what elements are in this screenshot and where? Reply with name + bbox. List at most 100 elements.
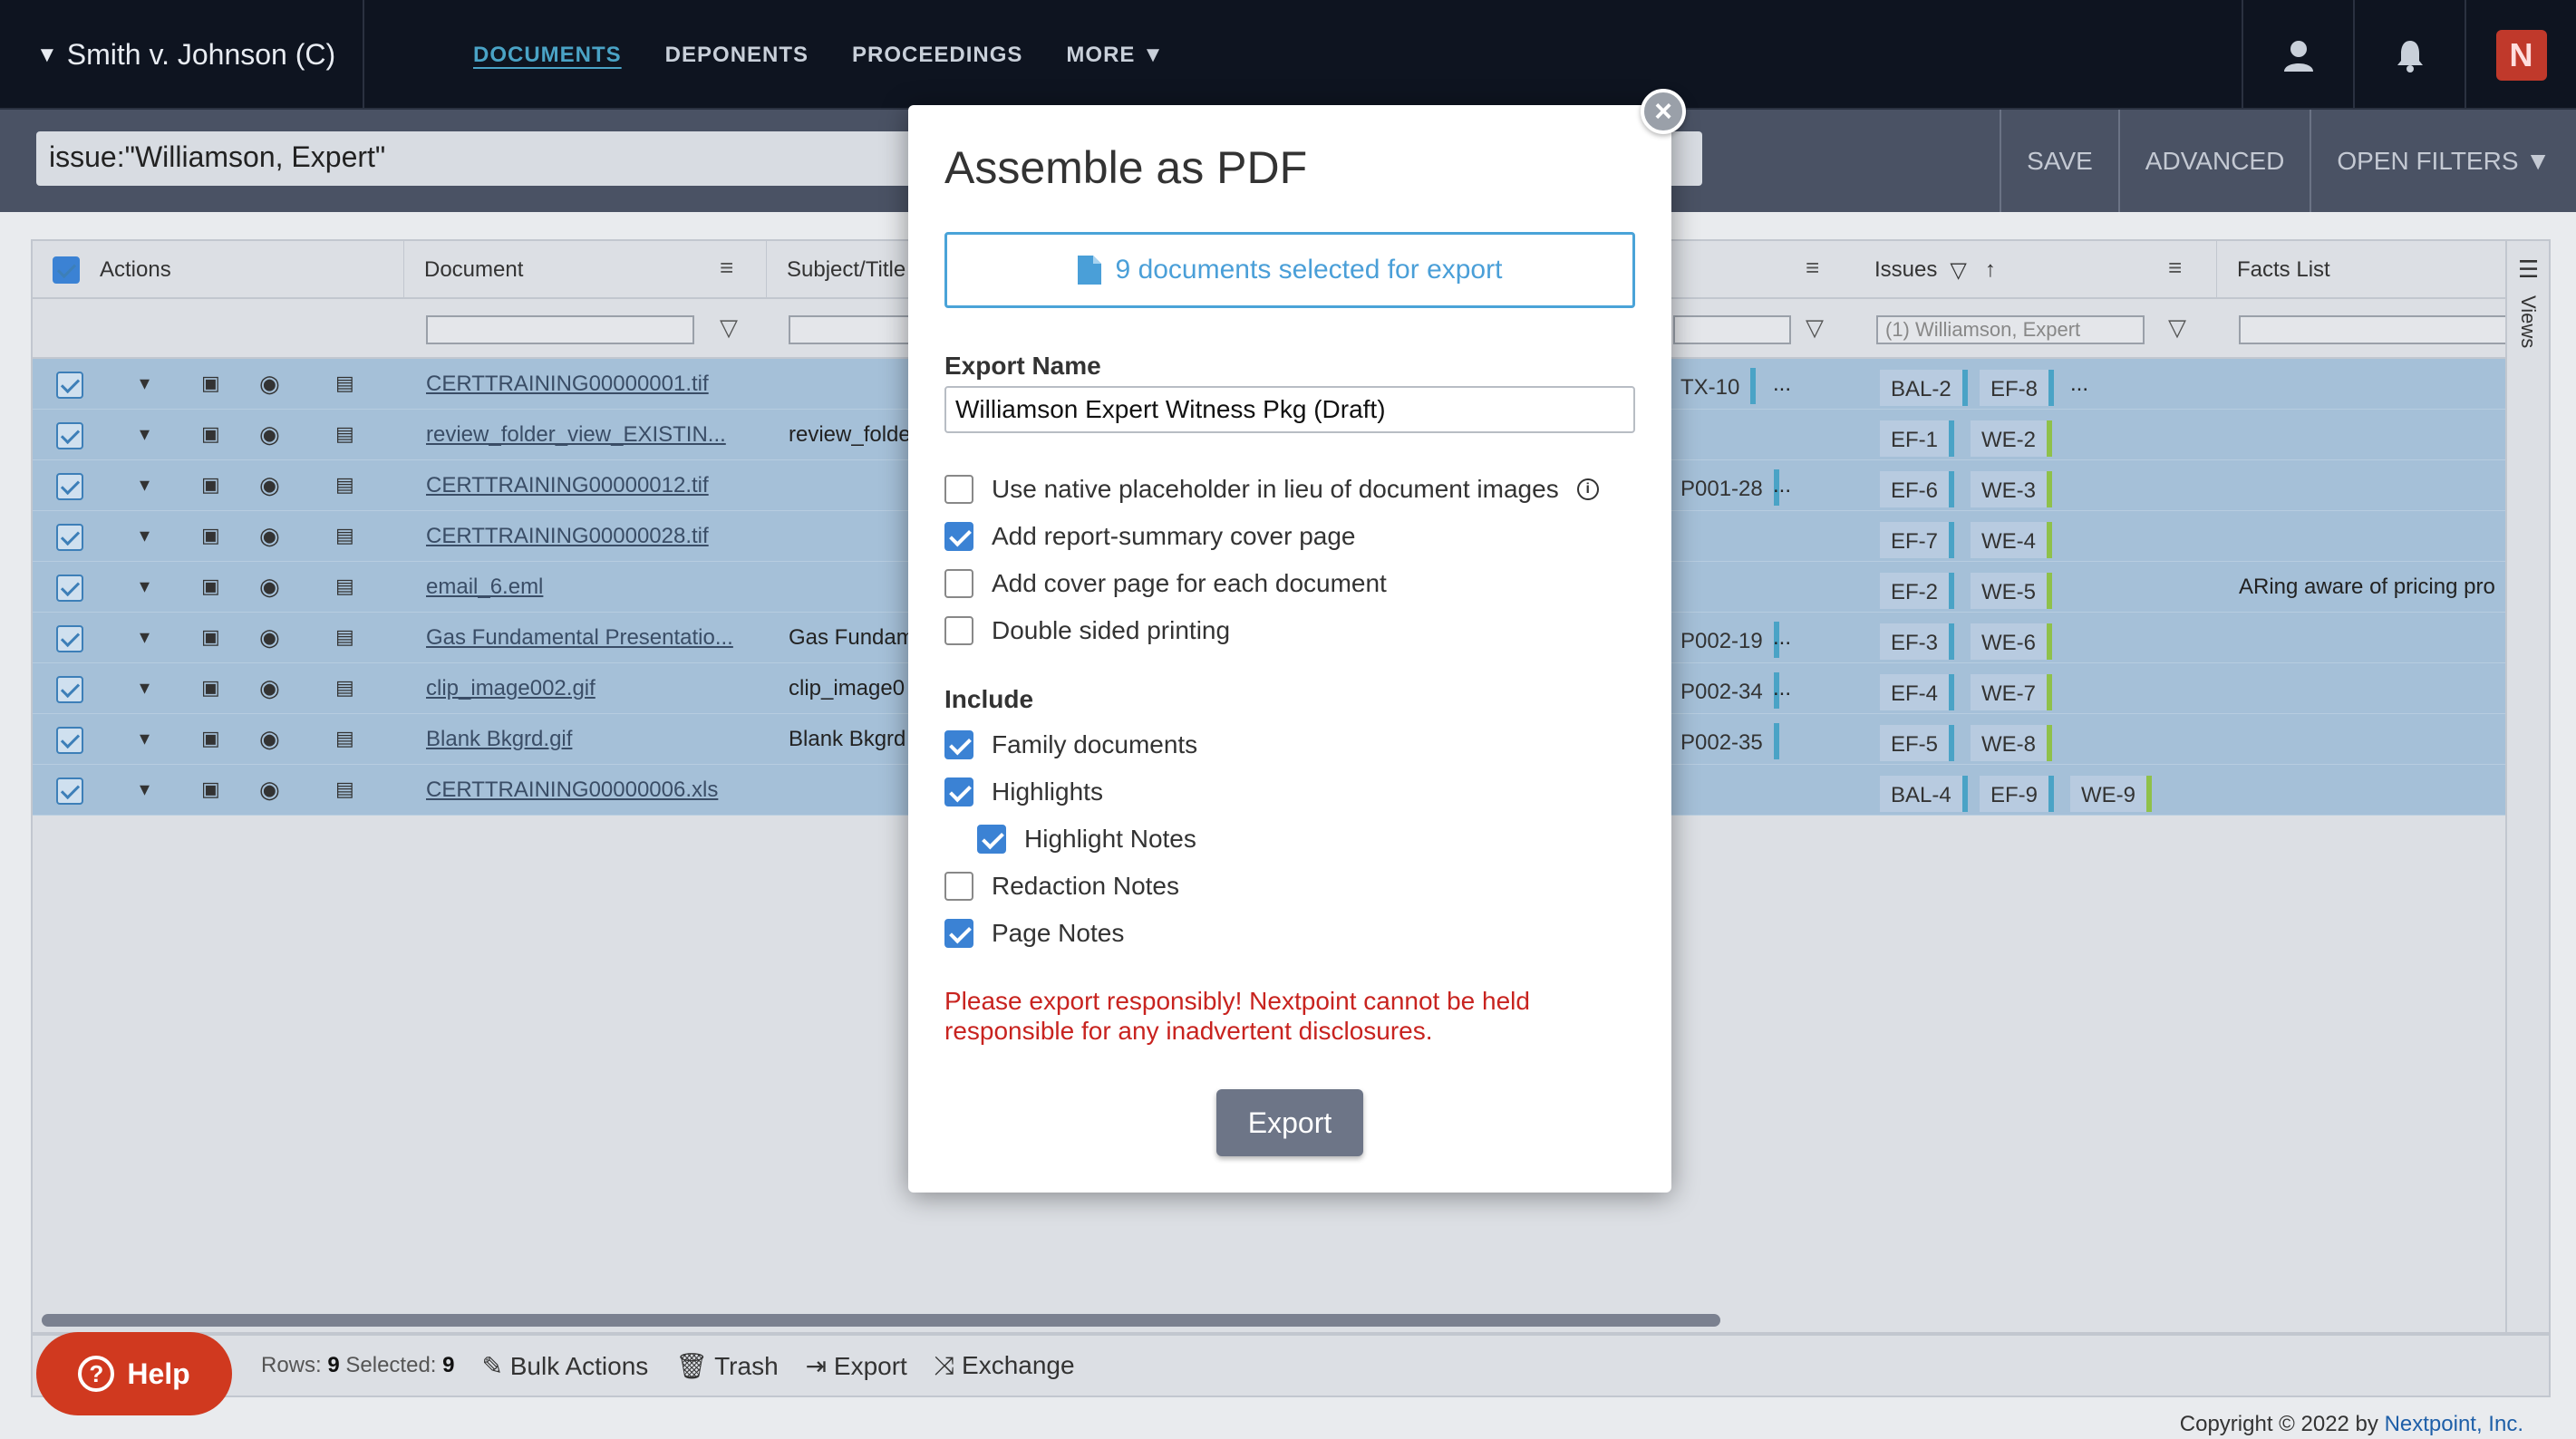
header-facts[interactable]: Facts List — [2217, 241, 2507, 299]
eye-icon[interactable]: ◉ — [259, 573, 280, 601]
issue-tag[interactable]: BAL-2 — [1880, 370, 1968, 406]
save-search-button[interactable]: SAVE — [2000, 110, 2118, 212]
document-link[interactable]: review_folder_view_EXISTIN... — [426, 422, 726, 448]
issue-tag[interactable]: EF-1 — [1880, 420, 1955, 457]
option-native-placeholder[interactable]: Use native placeholder in lieu of docume… — [944, 475, 1599, 504]
subject-filter-input[interactable] — [789, 315, 915, 344]
info-icon[interactable]: i — [1576, 478, 1599, 500]
facts-filter-input[interactable] — [2239, 315, 2507, 344]
row-checkbox[interactable] — [56, 777, 83, 805]
option-cover-each[interactable]: Add cover page for each document — [944, 569, 1387, 598]
image-icon[interactable]: ▣ — [201, 625, 220, 649]
document-link[interactable]: CERTTRAINING00000012.tif — [426, 473, 709, 498]
document-link[interactable]: CERTTRAINING00000006.xls — [426, 777, 718, 803]
document-link[interactable]: clip_image002.gif — [426, 676, 596, 701]
issues-filter-input[interactable]: (1) Williamson, Expert — [1876, 315, 2145, 344]
presentation-icon[interactable]: ▤ — [335, 473, 354, 497]
exchange-button[interactable]: ⤨ Exchange — [935, 1351, 1075, 1381]
advanced-search-button[interactable]: ADVANCED — [2117, 110, 2310, 212]
row-checkbox[interactable] — [56, 422, 83, 449]
eye-icon[interactable]: ◉ — [259, 725, 280, 753]
nav-deponents[interactable]: DEPONENTS — [665, 43, 809, 68]
document-link[interactable]: Blank Bkgrd.gif — [426, 727, 572, 752]
app-logo-button[interactable]: N — [2465, 0, 2576, 110]
presentation-icon[interactable]: ▤ — [335, 777, 354, 801]
document-link[interactable]: email_6.eml — [426, 575, 543, 600]
include-page-notes[interactable]: Page Notes — [944, 919, 1124, 948]
issue-tag[interactable]: EF-6 — [1880, 471, 1955, 507]
row-checkbox[interactable] — [56, 372, 83, 399]
export-name-input[interactable]: Williamson Expert Witness Pkg (Draft) — [944, 386, 1635, 433]
image-icon[interactable]: ▣ — [201, 524, 220, 547]
include-redaction-notes[interactable]: Redaction Notes — [944, 872, 1179, 901]
issue-tag[interactable]: WE-5 — [1971, 573, 2052, 609]
checkbox[interactable] — [944, 730, 973, 759]
open-filters-button[interactable]: OPEN FILTERS ▼ — [2310, 110, 2576, 212]
presentation-icon[interactable]: ▤ — [335, 575, 354, 598]
checkbox[interactable] — [944, 475, 973, 504]
copyright-link[interactable]: Nextpoint, Inc. — [2385, 1412, 2523, 1436]
image-icon[interactable]: ▣ — [201, 372, 220, 395]
checkbox[interactable] — [977, 825, 1006, 854]
checkbox[interactable] — [944, 919, 973, 948]
issue-tag[interactable]: EF-8 — [1980, 370, 2055, 406]
select-all-checkbox[interactable] — [53, 256, 80, 284]
document-link[interactable]: CERTTRAINING00000028.tif — [426, 524, 709, 549]
presentation-icon[interactable]: ▤ — [335, 727, 354, 750]
issue-tag[interactable]: EF-5 — [1880, 725, 1955, 761]
caret-down-icon[interactable]: ▾ — [140, 727, 150, 750]
row-checkbox[interactable] — [56, 575, 83, 602]
issue-tag[interactable]: EF-4 — [1880, 674, 1955, 710]
caret-down-icon[interactable]: ▾ — [140, 422, 150, 446]
issue-tag[interactable]: EF-9 — [1980, 776, 2055, 812]
checkbox[interactable] — [944, 777, 973, 806]
image-icon[interactable]: ▣ — [201, 777, 220, 801]
caret-down-icon[interactable]: ▾ — [140, 676, 150, 700]
nav-more[interactable]: MORE ▼ — [1066, 43, 1164, 68]
checkbox[interactable] — [944, 872, 973, 901]
include-highlights[interactable]: Highlights — [944, 777, 1103, 806]
header-document[interactable]: Document — [404, 241, 767, 299]
eye-icon[interactable]: ◉ — [259, 420, 280, 449]
filter-icon[interactable]: ▽ — [720, 314, 738, 342]
issue-tag[interactable]: EF-7 — [1880, 522, 1955, 558]
caret-down-icon[interactable]: ▾ — [140, 524, 150, 547]
filter-icon[interactable]: ▽ — [2168, 314, 2186, 342]
column-menu-icon[interactable]: ≡ — [1806, 254, 1819, 282]
export-button[interactable]: Export — [1216, 1089, 1363, 1156]
issue-tag[interactable]: WE-3 — [1971, 471, 2052, 507]
views-sidebar[interactable]: ☰ Views — [2505, 241, 2549, 1332]
help-button[interactable]: ? Help — [36, 1332, 232, 1415]
document-link[interactable]: Gas Fundamental Presentatio... — [426, 625, 733, 651]
issue-tag[interactable]: WE-2 — [1971, 420, 2052, 457]
checkbox[interactable] — [944, 616, 973, 645]
presentation-icon[interactable]: ▤ — [335, 676, 354, 700]
issue-tag[interactable]: EF-3 — [1880, 623, 1955, 660]
image-icon[interactable]: ▣ — [201, 575, 220, 598]
issue-tag[interactable]: WE-6 — [1971, 623, 2052, 660]
issue-tag[interactable]: EF-2 — [1880, 573, 1955, 609]
case-selector[interactable]: ▼ Smith v. Johnson (C) — [0, 0, 364, 110]
presentation-icon[interactable]: ▤ — [335, 524, 354, 547]
presentation-icon[interactable]: ▤ — [335, 372, 354, 395]
eye-icon[interactable]: ◉ — [259, 674, 280, 702]
image-icon[interactable]: ▣ — [201, 676, 220, 700]
image-icon[interactable]: ▣ — [201, 727, 220, 750]
column-menu-icon[interactable]: ≡ — [720, 254, 733, 282]
checkbox[interactable] — [944, 522, 973, 551]
include-highlight-notes[interactable]: Highlight Notes — [977, 825, 1196, 854]
presentation-icon[interactable]: ▤ — [335, 625, 354, 649]
image-icon[interactable]: ▣ — [201, 473, 220, 497]
caret-down-icon[interactable]: ▾ — [140, 625, 150, 649]
horizontal-scrollbar[interactable] — [42, 1314, 1720, 1327]
exhibit-filter-input[interactable] — [1673, 315, 1791, 344]
option-double-sided[interactable]: Double sided printing — [944, 616, 1230, 645]
eye-icon[interactable]: ◉ — [259, 776, 280, 804]
issue-tag[interactable]: BAL-4 — [1880, 776, 1968, 812]
issue-tag[interactable]: WE-4 — [1971, 522, 2052, 558]
nav-documents[interactable]: DOCUMENTS — [473, 43, 622, 68]
close-icon[interactable]: × — [1641, 89, 1686, 134]
presentation-icon[interactable]: ▤ — [335, 422, 354, 446]
row-checkbox[interactable] — [56, 625, 83, 652]
trash-button[interactable]: 🗑 Trash — [675, 1351, 778, 1381]
